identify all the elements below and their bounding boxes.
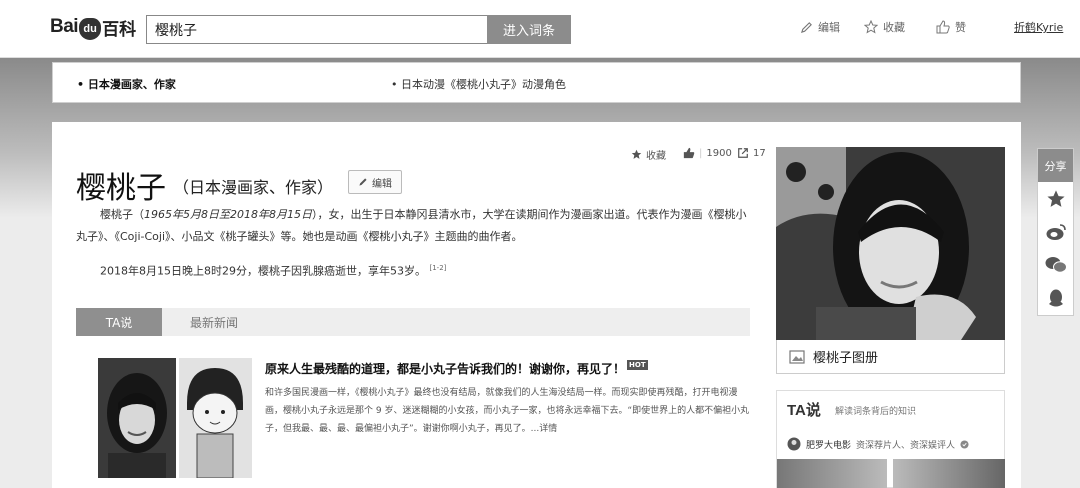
death-paragraph: 2018年8月15日晚上8时29分，樱桃子因乳腺癌逝世，享年53岁。 [1-2] [76,257,756,283]
news-image-maruko[interactable] [179,358,252,478]
share-wechat-button[interactable] [1038,248,1073,281]
portrait-image [776,147,1005,340]
page-subtitle: （日本漫画家、作家） [173,178,334,197]
intro-dates: 1965年5月8日至2018年8月15日 [144,208,312,221]
entry-edit-button[interactable]: 编辑 [348,170,402,194]
cartoon-image [179,358,252,478]
top-like-label: 赞 [955,21,966,34]
album-icon [789,349,805,364]
news-tab-bar: TA说 最新新闻 [76,308,750,336]
disambiguation-item-current[interactable]: • 日本漫画家、作家 [77,76,176,92]
star-icon [1046,189,1065,207]
share-sidebar: 分享 [1037,148,1074,316]
pencil-icon [800,21,812,33]
logo-paw-icon: du [79,18,102,40]
hot-badge: HOT [627,360,648,370]
weibo-icon [1046,223,1066,240]
search-button[interactable]: 进入词条 [487,15,571,44]
death-note: 2018年8月15日晚上8时29分，樱桃子因乳腺癌逝世，享年53岁。 [100,264,426,278]
album-label: 樱桃子图册 [813,351,879,366]
ta-article-thumbnail[interactable] [893,459,1005,488]
logo-text-baike: 百科 [102,19,137,40]
disambiguation-bar: • 日本漫画家、作家 • 日本动漫《樱桃小丸子》动漫角色 [52,62,1021,103]
ta-shuo-panel: TA说 解读词条背后的知识 肥罗大电影 资深荐片人、资深娱评人 [776,390,1005,488]
ta-shuo-description: 解读词条背后的知识 [835,407,917,417]
ta-author-desc: 资深荐片人、资深娱评人 [856,440,956,451]
share-qq-button[interactable] [1038,281,1073,314]
share-weibo-button[interactable] [1038,215,1073,248]
like-count: 1900 [706,147,732,159]
tab-ta-shuo[interactable]: TA说 [76,308,162,336]
news-photo-author[interactable] [98,358,176,478]
news-headline-text: 原来人生最残酷的道理，都是小丸子告诉我们的！谢谢你，再见了！ [265,362,626,376]
top-favorite-button[interactable]: 收藏 [864,19,905,35]
ta-article-thumbnail[interactable] [777,459,887,488]
wechat-icon [1045,256,1067,273]
share-label: 分享 [1038,149,1073,182]
top-favorite-label: 收藏 [883,21,905,34]
intro-name: 樱桃子（ [100,208,144,221]
news-summary: 和许多国民漫画一样，《樱桃小丸子》最终也没有结局，就像我们的人生海没结局一样。而… [265,388,750,434]
intro-paragraph: 樱桃子（1965年5月8日至2018年8月15日），女，出生于日本静冈县清水市，… [76,204,756,248]
entry-share-button[interactable]: 17 [737,147,766,159]
citation-link[interactable]: [1-2] [429,264,446,272]
avatar [787,437,801,451]
entry-edit-label: 编辑 [372,178,392,190]
star-icon [631,149,642,159]
entry-favorite-button[interactable]: 收藏 [631,147,666,162]
photo-album-link[interactable]: 樱桃子图册 [776,340,1005,374]
entry-favorite-label: 收藏 [646,151,666,162]
baidu-baike-logo[interactable]: Bai du 百科 [50,12,136,42]
verified-icon [960,439,969,449]
entry-like-button[interactable]: | 1900 [683,147,732,159]
ta-shuo-logo: TA说 [787,402,821,419]
top-edit-button[interactable]: 编辑 [800,19,840,35]
tab-latest-news[interactable]: 最新新闻 [176,308,252,336]
share-favorite-button[interactable] [1038,182,1073,215]
search-input[interactable] [146,15,488,44]
username-link[interactable]: 折鹤Kyrie [1014,19,1063,35]
disambiguation-item-anime-character[interactable]: • 日本动漫《樱桃小丸子》动漫角色 [391,76,566,92]
stat-divider: | [699,147,703,159]
top-like-button[interactable]: 赞 [936,19,966,35]
qq-icon [1048,289,1063,306]
portrait-image [98,358,176,478]
logo-text-bai: Bai [50,16,79,37]
top-bar: Bai du 百科 进入词条 编辑 收藏 赞 折鹤Kyrie [0,0,1080,58]
disambiguation-item-label: 日本漫画家、作家 [87,78,176,91]
entry-portrait-photo[interactable] [776,147,1005,340]
disambiguation-item-label: 日本动漫《樱桃小丸子》动漫角色 [401,78,566,91]
share-count: 17 [753,147,766,159]
page-title: 樱桃子 [76,171,166,206]
ta-author[interactable]: 肥罗大电影 资深荐片人、资深娱评人 [787,437,969,451]
pencil-icon [359,178,367,186]
thumbs-up-icon [683,147,695,159]
thumbs-up-icon [936,20,950,34]
share-icon [738,148,748,158]
top-edit-label: 编辑 [818,21,840,34]
star-icon [864,20,878,34]
ta-author-name: 肥罗大电影 [806,440,852,451]
news-headline[interactable]: 原来人生最残酷的道理，都是小丸子告诉我们的！谢谢你，再见了！ HOT [265,360,648,377]
